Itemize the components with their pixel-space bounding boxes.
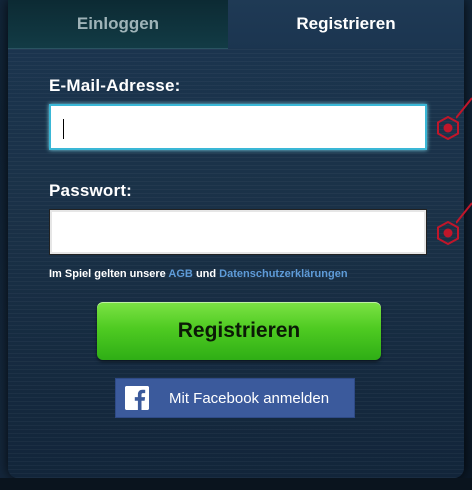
text-caret (63, 119, 64, 139)
email-marker-line (456, 97, 472, 119)
password-label: Passwort: (49, 181, 133, 200)
background-artwork (0, 478, 472, 490)
email-field[interactable] (49, 104, 427, 150)
privacy-link[interactable]: Datenschutzerklärungen (219, 268, 347, 280)
tab-bar: Einloggen Registrieren (8, 0, 464, 49)
registration-panel: Einloggen Registrieren E-Mail-Adresse: P… (8, 0, 464, 478)
register-button[interactable]: Registrieren (97, 302, 381, 360)
facebook-button-label: Mit Facebook anmelden (169, 389, 330, 407)
login-dialog-screen: Einloggen Registrieren E-Mail-Adresse: P… (0, 0, 472, 490)
email-label: E-Mail-Adresse: (49, 76, 181, 95)
legal-and-text: und (195, 268, 217, 280)
tab-login[interactable]: Einloggen (8, 0, 228, 49)
facebook-icon (125, 386, 149, 410)
agb-link[interactable]: AGB (168, 268, 192, 280)
password-field[interactable] (49, 209, 427, 255)
legal-notice: Im Spiel gelten unsere AGB und Datenschu… (49, 268, 348, 280)
register-button-label: Registrieren (177, 319, 301, 342)
facebook-login-button[interactable]: Mit Facebook anmelden (115, 378, 355, 418)
tab-register[interactable]: Registrieren (228, 0, 464, 48)
password-marker-line (456, 202, 472, 224)
legal-prefix-text: Im Spiel gelten unsere (49, 268, 166, 280)
